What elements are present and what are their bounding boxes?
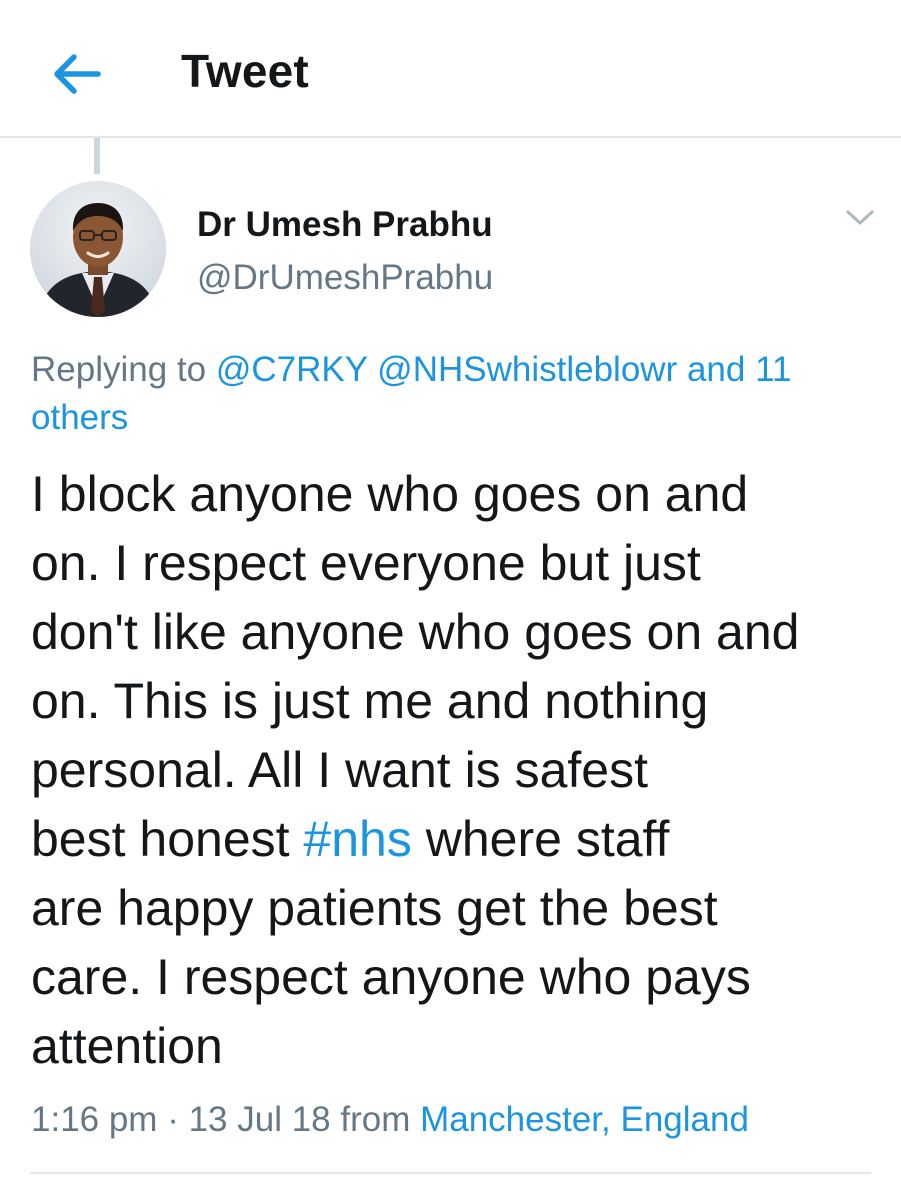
author-display-name[interactable]: Dr Umesh Prabhu bbox=[197, 202, 493, 248]
location-link[interactable]: Manchester, England bbox=[420, 1100, 749, 1139]
user-avatar bbox=[30, 181, 166, 317]
tweet-text-line: are happy patients get the best bbox=[31, 880, 718, 936]
thread-connector-line bbox=[94, 138, 100, 174]
from-label: from bbox=[330, 1100, 421, 1139]
hashtag-link-nhs[interactable]: #nhs bbox=[303, 811, 411, 867]
top-app-bar: Tweet bbox=[0, 0, 901, 138]
tweet-text-segment: best honest bbox=[31, 811, 304, 867]
tweet-text: I block anyone who goes on and on. I res… bbox=[31, 460, 881, 1081]
meta-separator: · bbox=[157, 1100, 189, 1139]
mention-link-c7rky[interactable]: @C7RKY bbox=[216, 350, 368, 389]
mention-link-nhswhistleblowr[interactable]: @NHSwhistleblowr bbox=[377, 350, 677, 389]
replying-to: Replying to @C7RKY @NHSwhistleblowr and … bbox=[31, 346, 871, 442]
divider bbox=[30, 1172, 871, 1174]
tweet-text-line: I block anyone who goes on and bbox=[31, 466, 749, 522]
tweet-text-line: attention bbox=[31, 1018, 223, 1074]
back-button[interactable] bbox=[44, 46, 108, 102]
tweet-text-line: best honest #nhs where staff bbox=[31, 805, 881, 874]
tweet-text-line: don't like anyone who goes on and bbox=[31, 604, 800, 660]
tweet-text-line: personal. All I want is safest bbox=[31, 742, 648, 798]
tweet-options-button[interactable] bbox=[838, 200, 882, 236]
avatar[interactable] bbox=[30, 181, 166, 317]
page-title: Tweet bbox=[181, 45, 309, 97]
tweet-text-segment: where staff bbox=[411, 811, 670, 867]
chevron-down-icon bbox=[846, 210, 874, 225]
tweet-time: 1:16 pm bbox=[31, 1100, 158, 1139]
tweet-text-line: care. I respect anyone who pays bbox=[31, 949, 751, 1005]
tweet-metadata: 1:16 pm · 13 Jul 18 from Manchester, Eng… bbox=[31, 1096, 749, 1144]
tweet-date: 13 Jul 18 bbox=[188, 1100, 331, 1139]
replying-to-label: Replying to bbox=[31, 350, 216, 389]
tweet-text-line: on. This is just me and nothing bbox=[31, 673, 709, 729]
author-handle[interactable]: @DrUmeshPrabhu bbox=[197, 255, 493, 301]
arrow-left-icon bbox=[54, 54, 101, 94]
tweet-text-line: on. I respect everyone but just bbox=[31, 535, 701, 591]
